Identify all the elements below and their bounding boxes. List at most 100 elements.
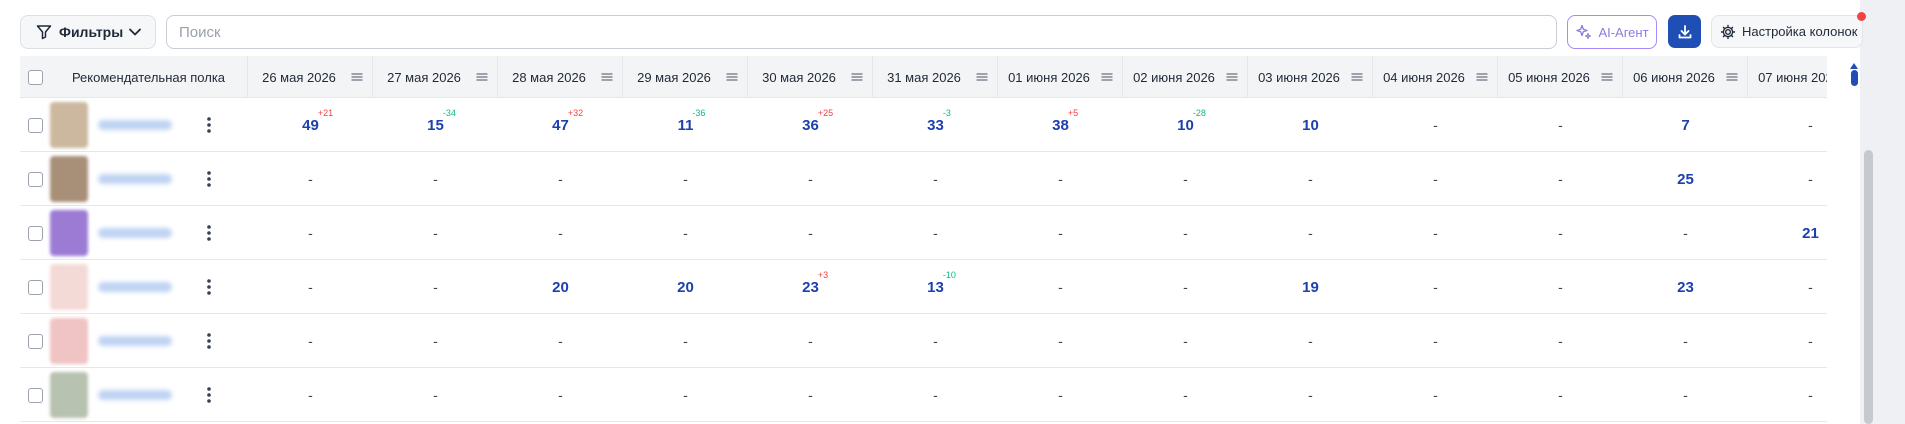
empty-value: - (308, 279, 313, 295)
position-delta: +32 (567, 107, 584, 118)
search-input[interactable] (166, 15, 1557, 49)
product-name-blurred[interactable] (98, 390, 172, 400)
position-cell: - (1373, 368, 1498, 422)
position-cell: 25 (1623, 152, 1748, 206)
position-value: 47 +32 (552, 108, 583, 134)
ai-agent-button[interactable]: AI-Агент (1567, 15, 1657, 49)
column-menu-icon[interactable] (1725, 70, 1739, 84)
product-name-blurred[interactable] (98, 228, 172, 238)
empty-value: - (433, 333, 438, 349)
position-cell: - (1248, 206, 1373, 260)
product-thumbnail[interactable] (50, 102, 88, 148)
row-checkbox[interactable] (27, 225, 43, 241)
empty-value: - (558, 387, 563, 403)
row-select-cell (20, 98, 50, 152)
row-checkbox[interactable] (27, 279, 43, 295)
position-delta: -3 (942, 107, 951, 118)
kebab-menu-icon[interactable] (206, 170, 212, 188)
value-text: - (558, 333, 563, 349)
position-delta: +5 (1067, 107, 1079, 118)
position-cell: - (998, 260, 1123, 314)
row-select-cell (20, 368, 50, 422)
filter-icon (35, 23, 53, 41)
column-menu-icon[interactable] (725, 70, 739, 84)
value-text: - (808, 333, 813, 349)
table-scrollbar-track[interactable] (1827, 56, 1847, 424)
position-cell: 19 (1248, 260, 1373, 314)
product-cell (50, 368, 248, 422)
kebab-menu-icon[interactable] (206, 224, 212, 242)
position-cell: - (1498, 152, 1623, 206)
product-thumbnail[interactable] (50, 264, 88, 310)
row-checkbox[interactable] (27, 117, 43, 133)
select-all-checkbox[interactable] (27, 69, 43, 85)
column-menu-icon[interactable] (1350, 70, 1364, 84)
position-cell: - (998, 152, 1123, 206)
column-menu-icon[interactable] (350, 70, 364, 84)
column-menu-icon[interactable] (1100, 70, 1114, 84)
value-text: 19 (1302, 278, 1319, 296)
empty-value: - (1433, 225, 1438, 241)
empty-value: - (683, 387, 688, 403)
kebab-menu-icon[interactable] (206, 116, 212, 134)
filters-button[interactable]: Фильтры (20, 15, 156, 49)
header-date-column: 04 июня 2026 (1373, 56, 1498, 98)
value-text: 21 (1802, 224, 1819, 242)
column-menu-icon[interactable] (600, 70, 614, 84)
column-menu-icon[interactable] (1225, 70, 1239, 84)
empty-value: - (1558, 387, 1563, 403)
header-date-column: 29 мая 2026 (623, 56, 748, 98)
product-name-blurred[interactable] (98, 282, 172, 292)
position-cell: - (623, 152, 748, 206)
product-cell (50, 206, 248, 260)
product-thumbnail[interactable] (50, 372, 88, 418)
column-menu-icon[interactable] (975, 70, 989, 84)
column-menu-icon[interactable] (475, 70, 489, 84)
product-thumbnail[interactable] (50, 156, 88, 202)
value-text: 15 (427, 116, 444, 134)
value-text: - (433, 333, 438, 349)
value-text: - (1558, 279, 1563, 295)
scroll-up-arrow-icon[interactable] (1849, 57, 1859, 69)
row-select-cell (20, 260, 50, 314)
value-text: - (1558, 225, 1563, 241)
position-cell: - (1123, 206, 1248, 260)
sparkle-icon (1575, 23, 1593, 41)
kebab-menu-icon[interactable] (206, 332, 212, 350)
value-text: 49 (302, 116, 319, 134)
row-checkbox[interactable] (27, 387, 43, 403)
position-value: 7 (1681, 117, 1689, 134)
value-text: - (1058, 225, 1063, 241)
row-checkbox[interactable] (27, 333, 43, 349)
product-name-blurred[interactable] (98, 174, 172, 184)
product-thumbnail[interactable] (50, 210, 88, 256)
value-text: - (1808, 333, 1813, 349)
empty-value: - (808, 225, 813, 241)
page-scrollbar-thumb[interactable] (1864, 150, 1873, 424)
empty-value: - (1808, 171, 1813, 187)
column-settings-button[interactable]: Настройка колонок (1711, 15, 1863, 48)
column-label: 29 мая 2026 (637, 69, 711, 85)
empty-value: - (1058, 333, 1063, 349)
kebab-menu-icon[interactable] (206, 386, 212, 404)
kebab-menu-icon[interactable] (206, 278, 212, 296)
empty-value: - (1558, 225, 1563, 241)
position-cell: - (1498, 314, 1623, 368)
position-cell: 23 +3 (748, 260, 873, 314)
product-name-blurred[interactable] (98, 120, 172, 130)
empty-value: - (1558, 333, 1563, 349)
header-date-column: 03 июня 2026 (1248, 56, 1373, 98)
column-menu-icon[interactable] (1475, 70, 1489, 84)
table-scrollbar-thumb[interactable] (1851, 70, 1858, 86)
position-cell: - (998, 206, 1123, 260)
position-cell: - (998, 314, 1123, 368)
column-menu-icon[interactable] (1600, 70, 1614, 84)
position-cell: 23 (1623, 260, 1748, 314)
position-cell: - (373, 314, 498, 368)
row-checkbox[interactable] (27, 171, 43, 187)
product-name-blurred[interactable] (98, 336, 172, 346)
header-date-column: 27 мая 2026 (373, 56, 498, 98)
column-menu-icon[interactable] (850, 70, 864, 84)
product-thumbnail[interactable] (50, 318, 88, 364)
download-button[interactable] (1668, 15, 1701, 48)
